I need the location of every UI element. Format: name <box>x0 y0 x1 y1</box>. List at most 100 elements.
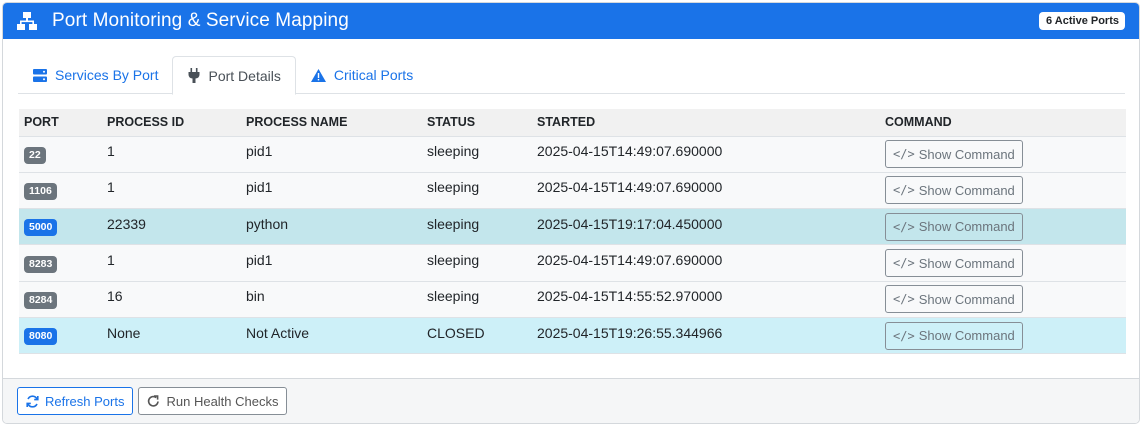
process-name-cell: Not Active <box>241 317 422 355</box>
refresh-ports-button[interactable]: Refresh Ports <box>17 387 134 415</box>
status-cell-text: sleeping <box>427 215 480 232</box>
process-id-cell-text: 1 <box>107 143 115 160</box>
process-name-cell: pid1 <box>241 172 422 210</box>
tab-services-by-port[interactable]: Services By Port <box>18 56 172 94</box>
status-cell: sleeping <box>422 208 532 246</box>
process-name-cell-text: pid1 <box>246 252 273 269</box>
process-name-cell-text: python <box>246 215 289 232</box>
status-cell-text: sleeping <box>427 288 480 305</box>
command-cell: </> Show Command <box>880 281 1126 318</box>
redo-icon <box>147 394 160 408</box>
code-icon: </> <box>893 147 915 162</box>
started-cell: 2025-04-15T14:49:07.690000 <box>532 172 880 210</box>
status-cell-text: sleeping <box>427 143 480 160</box>
status-cell-text: sleeping <box>427 252 480 269</box>
table-row: 8284 16 bin sleeping 2025-04-15T14:55:52.970… <box>19 281 1126 318</box>
column-header-process-id: PROCESS ID <box>102 109 241 137</box>
port-cell: 8284 <box>19 281 102 318</box>
code-icon: </> <box>893 328 915 343</box>
port-cell: 8080 <box>19 317 102 355</box>
process-name-cell: bin <box>241 281 422 318</box>
command-cell: </> Show Command <box>880 208 1126 246</box>
show-command-button[interactable]: </> Show Command <box>885 285 1023 314</box>
port-cell: 1106 <box>19 172 102 210</box>
process-id-cell: 16 <box>102 281 241 318</box>
status-cell-text: CLOSED <box>427 324 485 341</box>
code-icon: </> <box>893 183 915 198</box>
port-badge: 8283 <box>24 255 58 273</box>
network-icon <box>16 10 40 32</box>
status-cell: sleeping <box>422 136 532 173</box>
table-row: 8283 1 pid1 sleeping 2025-04-15T14:49:07.690… <box>19 244 1126 282</box>
show-command-label: Show Command <box>918 328 1015 344</box>
show-command-button[interactable]: </> Show Command <box>885 321 1023 350</box>
refresh-icon <box>26 394 39 408</box>
refresh-ports-label: Refresh Ports <box>45 393 125 409</box>
started-cell-text: 2025-04-15T14:49:07.690000 <box>537 143 723 160</box>
run-health-checks-label: Run Health Checks <box>166 393 279 409</box>
table-row: 5000 22339 python sleeping 2025-04-15T19:17:… <box>19 208 1126 246</box>
command-cell: </> Show Command <box>880 172 1126 210</box>
process-id-cell: 22339 <box>102 208 241 246</box>
status-cell: CLOSED <box>422 317 532 355</box>
command-cell: </> Show Command <box>880 244 1126 282</box>
process-id-cell-text: 1 <box>107 252 115 269</box>
show-command-label: Show Command <box>918 291 1015 307</box>
process-name-cell: python <box>241 208 422 246</box>
status-cell-text: sleeping <box>427 179 480 196</box>
process-name-cell-text: pid1 <box>246 179 273 196</box>
process-id-cell-text: 1 <box>107 179 115 196</box>
code-icon: </> <box>893 256 915 271</box>
port-badge: 22 <box>24 146 46 164</box>
tab-label: Port Details <box>208 67 281 84</box>
port-badge: 8080 <box>24 328 58 346</box>
port-badge: 5000 <box>24 219 58 237</box>
process-id-cell: 1 <box>102 244 241 282</box>
process-name-cell-text: Not Active <box>246 324 310 341</box>
page-title: Port Monitoring & Service Mapping <box>52 10 349 31</box>
code-icon: </> <box>893 219 915 234</box>
status-cell: sleeping <box>422 281 532 318</box>
command-cell: </> Show Command <box>880 136 1126 173</box>
started-cell: 2025-04-15T14:49:07.690000 <box>532 244 880 282</box>
port-monitoring-card: Port Monitoring & Service Mapping 6 Acti… <box>2 2 1140 424</box>
column-header-port: PORT <box>19 109 102 137</box>
port-badge: 1106 <box>24 182 57 200</box>
tab-bar: Services By Port Port Details Critical P… <box>18 56 1125 95</box>
run-health-checks-button[interactable]: Run Health Checks <box>138 387 288 415</box>
show-command-label: Show Command <box>918 219 1015 235</box>
column-header-started: STARTED <box>532 109 880 137</box>
port-cell: 22 <box>19 136 102 173</box>
show-command-button[interactable]: </> Show Command <box>885 212 1023 241</box>
started-cell-text: 2025-04-15T14:49:07.690000 <box>537 252 723 269</box>
column-header-status: STATUS <box>422 109 532 137</box>
status-cell: sleeping <box>422 172 532 210</box>
started-cell: 2025-04-15T14:49:07.690000 <box>532 136 880 173</box>
show-command-button[interactable]: </> Show Command <box>885 249 1023 278</box>
tab-port-details[interactable]: Port Details <box>172 56 296 95</box>
card-footer: Refresh Ports Run Health Checks <box>3 378 1139 423</box>
tab-label: Critical Ports <box>333 67 414 83</box>
started-cell: 2025-04-15T14:55:52.970000 <box>532 281 880 318</box>
tab-critical-ports[interactable]: Critical Ports <box>296 56 427 94</box>
started-cell: 2025-04-15T19:26:55.344966 <box>532 317 880 355</box>
show-command-label: Show Command <box>918 146 1015 162</box>
process-id-cell-text: 16 <box>107 288 123 305</box>
tab-label: Services By Port <box>55 67 159 83</box>
server-icon <box>33 68 47 82</box>
active-ports-badge: 6 Active Ports <box>1039 12 1125 30</box>
status-cell: sleeping <box>422 244 532 282</box>
process-name-cell-text: pid1 <box>246 143 273 160</box>
table-header-row: PORT PROCESS ID PROCESS NAME STATUS STAR… <box>19 109 1126 137</box>
show-command-button[interactable]: </> Show Command <box>885 140 1023 169</box>
show-command-label: Show Command <box>918 255 1015 271</box>
started-cell-text: 2025-04-15T19:17:04.450000 <box>537 215 723 232</box>
show-command-button[interactable]: </> Show Command <box>885 176 1023 205</box>
process-name-cell-text: bin <box>246 288 265 305</box>
plug-icon <box>188 68 200 83</box>
process-name-cell: pid1 <box>241 136 422 173</box>
port-badge: 8284 <box>24 291 58 309</box>
process-id-cell-text: 22339 <box>107 215 146 232</box>
card-header: Port Monitoring & Service Mapping 6 Acti… <box>3 3 1139 39</box>
port-cell: 5000 <box>19 208 102 246</box>
